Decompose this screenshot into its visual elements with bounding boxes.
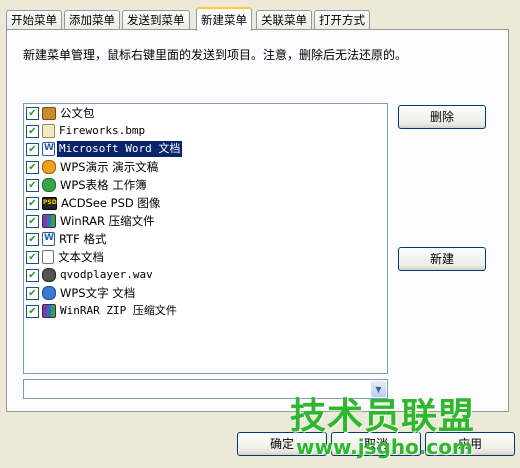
new-button[interactable]: 新建 <box>398 247 486 271</box>
list-item[interactable]: ✔ 公文包 <box>24 104 387 122</box>
text-document-icon <box>42 250 54 264</box>
list-item[interactable]: ✔ W RTF 格式 <box>24 230 387 248</box>
list-item-label: WPS演示 演示文稿 <box>60 160 159 174</box>
checkbox[interactable]: ✔ <box>26 106 39 120</box>
image-file-icon <box>42 124 55 138</box>
checkbox[interactable]: ✔ <box>26 214 39 228</box>
checkbox[interactable]: ✔ <box>26 124 39 138</box>
wps-presentation-icon <box>42 160 56 174</box>
new-menu-list[interactable]: ✔ 公文包 ✔ Fireworks.bmp ✔ W Microsoft Word… <box>23 103 388 374</box>
delete-button[interactable]: 删除 <box>398 105 486 129</box>
checkbox[interactable]: ✔ <box>26 250 39 264</box>
chevron-down-icon[interactable]: ▼ <box>371 381 386 397</box>
checkbox[interactable]: ✔ <box>26 196 39 210</box>
item-combo-box[interactable]: ▼ <box>23 379 388 399</box>
list-item[interactable]: ✔ qvodplayer.wav <box>24 266 387 284</box>
word-document-icon: W <box>42 142 55 156</box>
list-item-label: ACDSee PSD 图像 <box>61 196 161 210</box>
list-item-label: Fireworks.bmp <box>59 124 146 137</box>
wps-spreadsheet-icon <box>42 178 56 192</box>
list-item-label: 公文包 <box>60 106 95 120</box>
tab-association-menu[interactable]: 关联菜单 <box>256 10 312 29</box>
list-item-label: WPS表格 工作簿 <box>60 178 147 192</box>
checkbox[interactable]: ✔ <box>26 142 39 156</box>
briefcase-icon <box>42 106 56 120</box>
wps-writer-icon <box>42 286 56 300</box>
tab-panel: 新建菜单管理，鼠标右键里面的发送到项目。注意，删除后无法还原的。 ✔ 公文包 ✔… <box>6 29 509 412</box>
psd-image-icon: PSD <box>42 196 57 210</box>
list-item[interactable]: ✔ WPS演示 演示文稿 <box>24 158 387 176</box>
checkbox[interactable]: ✔ <box>26 232 39 246</box>
list-item[interactable]: ✔ WinRAR 压缩文件 <box>24 212 387 230</box>
tab-start-menu[interactable]: 开始菜单 <box>6 10 62 29</box>
list-item-label: 文本文档 <box>58 250 104 264</box>
list-item-label: WPS文字 文档 <box>60 286 136 300</box>
list-item-label: qvodplayer.wav <box>60 268 153 281</box>
cancel-button[interactable]: 取消 <box>331 432 421 456</box>
description-text: 新建菜单管理，鼠标右键里面的发送到项目。注意，删除后无法还原的。 <box>23 48 408 62</box>
list-item[interactable]: ✔ PSD ACDSee PSD 图像 <box>24 194 387 212</box>
apply-button[interactable]: 应用 <box>425 432 515 456</box>
checkbox[interactable]: ✔ <box>26 178 39 192</box>
list-item[interactable]: ✔ WinRAR ZIP 压缩文件 <box>24 302 387 320</box>
checkbox[interactable]: ✔ <box>26 160 39 174</box>
list-item[interactable]: ✔ WPS表格 工作簿 <box>24 176 387 194</box>
rtf-document-icon: W <box>42 232 55 246</box>
tab-new-menu[interactable]: 新建菜单 <box>196 7 252 31</box>
tab-open-with[interactable]: 打开方式 <box>314 10 370 29</box>
checkbox[interactable]: ✔ <box>26 304 39 318</box>
zip-archive-icon <box>42 304 56 318</box>
list-item-label: WinRAR 压缩文件 <box>60 214 155 228</box>
list-item[interactable]: ✔ Fireworks.bmp <box>24 122 387 140</box>
list-item-label: RTF 格式 <box>59 232 107 246</box>
list-item[interactable]: ✔ WPS文字 文档 <box>24 284 387 302</box>
tab-add-menu[interactable]: 添加菜单 <box>64 10 120 29</box>
winrar-archive-icon <box>42 214 56 228</box>
list-item-label: WinRAR ZIP 压缩文件 <box>60 304 177 317</box>
audio-file-icon <box>42 268 56 282</box>
checkbox[interactable]: ✔ <box>26 286 39 300</box>
list-item-label: Microsoft Word 文档 <box>57 141 183 157</box>
ok-button[interactable]: 确定 <box>237 432 327 456</box>
list-item[interactable]: ✔ 文本文档 <box>24 248 387 266</box>
tab-send-to-menu[interactable]: 发送到菜单 <box>122 10 190 29</box>
list-item[interactable]: ✔ W Microsoft Word 文档 <box>24 140 387 158</box>
checkbox[interactable]: ✔ <box>26 268 39 282</box>
